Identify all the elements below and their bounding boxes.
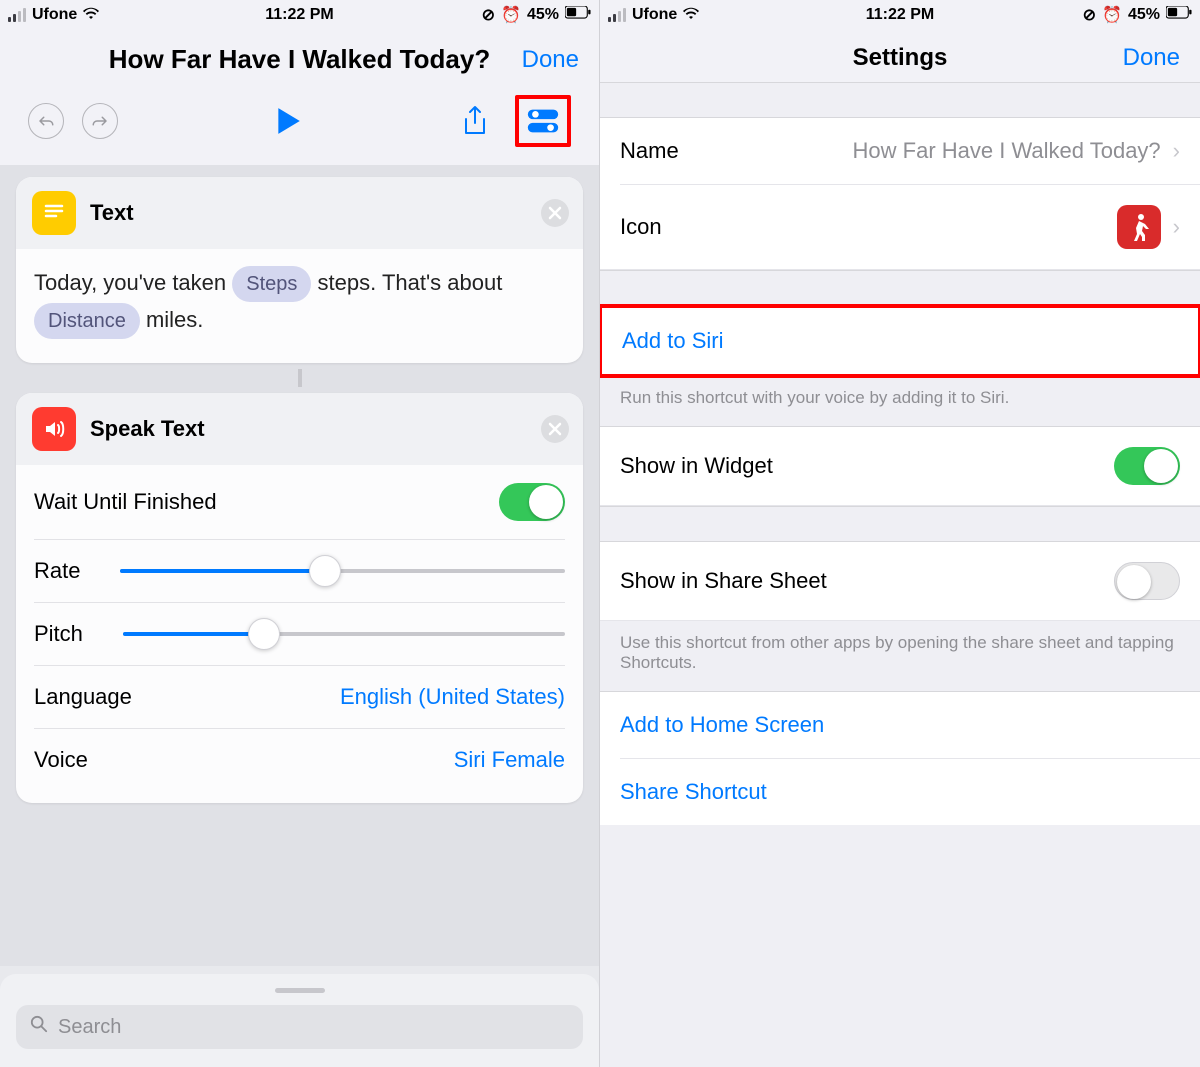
share-sheet-label: Show in Share Sheet [620,568,827,594]
search-input[interactable]: Search [16,1005,583,1049]
name-value: How Far Have I Walked Today? [679,138,1161,164]
chevron-right-icon: › [1173,138,1180,164]
status-bar: Ufone 11:22 PM ⊘ ⏰ 45% [600,0,1200,30]
redo-button[interactable] [82,103,118,139]
language-label: Language [34,684,132,710]
voice-value[interactable]: Siri Female [454,747,565,773]
speak-text-icon [32,407,76,451]
signal-icon [8,8,26,22]
add-to-home-screen-row[interactable]: Add to Home Screen [600,692,1200,758]
chevron-right-icon: › [1173,214,1180,240]
siri-footer-text: Run this shortcut with your voice by add… [600,376,1200,427]
pitch-slider[interactable] [123,632,565,636]
carrier-label: Ufone [32,6,77,24]
page-title: How Far Have I Walked Today? [16,44,583,75]
wifi-icon [83,6,99,24]
text-fragment: Today, you've taken [34,270,226,295]
rate-slider[interactable] [120,569,565,573]
text-fragment: steps. That's about [318,270,503,295]
signal-icon [608,8,626,22]
wait-finished-toggle[interactable] [499,483,565,521]
clock-label: 11:22 PM [866,6,934,24]
voice-label: Voice [34,747,88,773]
widget-label: Show in Widget [620,453,773,479]
done-button[interactable]: Done [1123,44,1180,72]
share-shortcut-label: Share Shortcut [620,779,767,805]
icon-row[interactable]: Icon › [600,185,1200,270]
share-shortcut-row[interactable]: Share Shortcut [600,759,1200,825]
orientation-lock-icon: ⊘ [1083,5,1096,25]
nav-bar: How Far Have I Walked Today? Done [0,30,599,85]
text-card-body[interactable]: Today, you've taken Steps steps. That's … [16,249,583,363]
add-to-home-label: Add to Home Screen [620,712,824,738]
text-action-card[interactable]: Text Today, you've taken Steps steps. Th… [16,177,583,363]
icon-label: Icon [620,214,662,240]
text-fragment: miles. [146,307,203,332]
drag-handle[interactable] [275,988,325,993]
name-label: Name [620,138,679,164]
battery-pct-label: 45% [527,6,559,24]
battery-icon [1166,6,1192,24]
wait-finished-label: Wait Until Finished [34,489,217,515]
text-card-title: Text [90,200,134,226]
share-sheet-footer-text: Use this shortcut from other apps by ope… [600,621,1200,692]
search-panel: Search [0,974,599,1067]
clock-label: 11:22 PM [265,6,333,24]
add-to-siri-row[interactable]: Add to Siri [600,304,1200,378]
text-card-close-button[interactable] [541,199,569,227]
show-in-share-sheet-row: Show in Share Sheet [600,542,1200,621]
wifi-icon [683,6,699,24]
search-placeholder: Search [58,1016,121,1039]
alarm-icon: ⏰ [1102,5,1122,25]
language-value[interactable]: English (United States) [340,684,565,710]
settings-button[interactable] [525,103,561,139]
undo-button[interactable] [28,103,64,139]
orientation-lock-icon: ⊘ [482,5,495,25]
text-action-icon [32,191,76,235]
pitch-label: Pitch [34,621,83,647]
nav-bar: Settings Done [600,30,1200,82]
name-row[interactable]: Name How Far Have I Walked Today? › [600,118,1200,184]
add-to-siri-label: Add to Siri [622,328,724,354]
speak-card-title: Speak Text [90,416,205,442]
rate-label: Rate [34,558,80,584]
status-bar: Ufone 11:22 PM ⊘ ⏰ 45% [0,0,599,30]
actions-area: Text Today, you've taken Steps steps. Th… [0,165,599,966]
done-button[interactable]: Done [522,46,579,74]
share-sheet-toggle[interactable] [1114,562,1180,600]
speak-text-action-card[interactable]: Speak Text Wait Until Finished Rate [16,393,583,803]
walking-pedestrian-icon [1117,205,1161,249]
alarm-icon: ⏰ [501,5,521,25]
show-in-widget-row: Show in Widget [600,427,1200,506]
page-title: Settings [616,44,1184,72]
run-button[interactable] [270,103,306,139]
steps-variable-token[interactable]: Steps [232,266,311,302]
share-button[interactable] [457,103,493,139]
widget-toggle[interactable] [1114,447,1180,485]
action-connector [16,369,583,387]
battery-icon [565,6,591,24]
toolbar [0,85,599,165]
search-icon [30,1015,48,1039]
distance-variable-token[interactable]: Distance [34,303,140,339]
battery-pct-label: 45% [1128,6,1160,24]
speak-card-close-button[interactable] [541,415,569,443]
carrier-label: Ufone [632,6,677,24]
settings-button-highlight [515,95,571,147]
